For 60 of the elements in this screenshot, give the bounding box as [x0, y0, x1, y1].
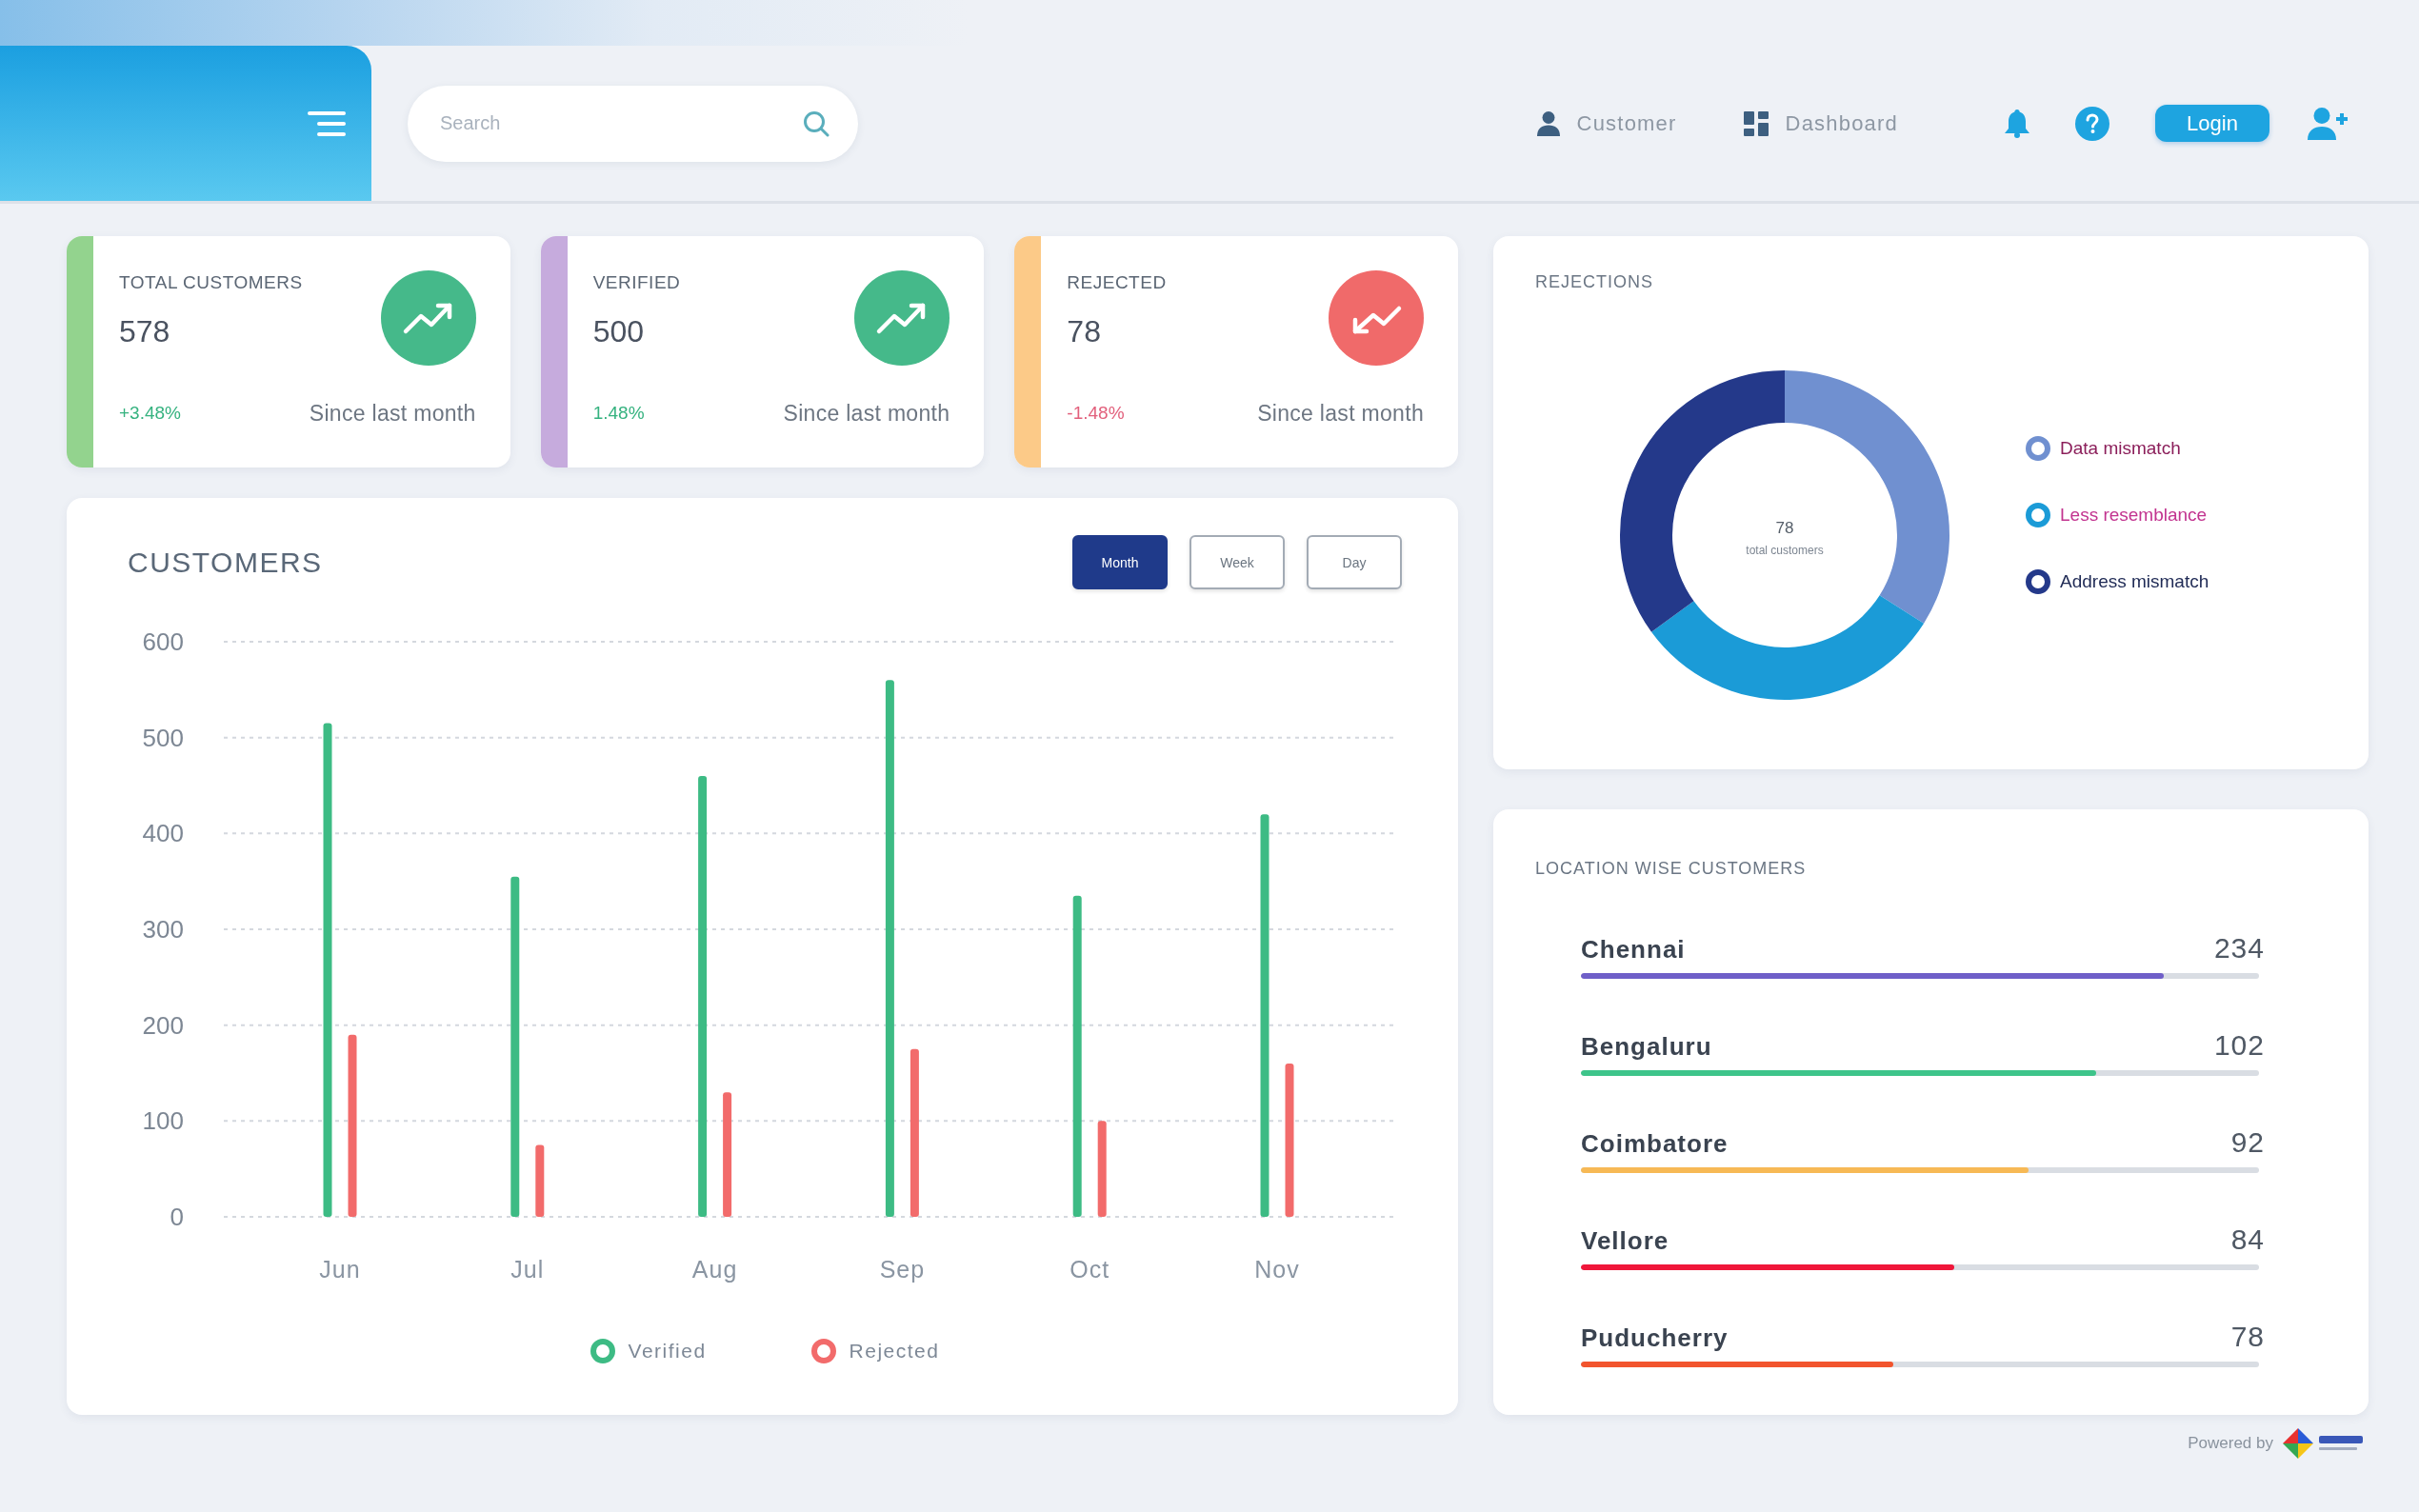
period-button[interactable]: Week — [1190, 535, 1285, 589]
stat-change: -1.48% — [1067, 402, 1125, 425]
card-title: LOCATION WISE CUSTOMERS — [1535, 859, 1808, 878]
axis-label: 600 — [142, 627, 184, 656]
location-name: Chennai — [1581, 934, 1686, 965]
axis-label: 0 — [170, 1203, 184, 1231]
menu-icon[interactable] — [308, 109, 346, 137]
axis-label: Jun — [319, 1256, 361, 1283]
center-value: 78 — [1775, 519, 1794, 537]
nav-link[interactable]: Customer — [1536, 110, 1677, 136]
axis-label: Jul — [510, 1256, 545, 1283]
search-field[interactable]: Search — [408, 85, 858, 162]
axis-label: Sep — [879, 1256, 926, 1283]
stat-title: REJECTED — [1067, 272, 1167, 293]
location-count: 102 — [2213, 1029, 2265, 1062]
location-name: Puducherry — [1581, 1323, 1729, 1354]
grid-icon — [1743, 110, 1769, 136]
person-icon — [1536, 110, 1560, 136]
location-count: 234 — [2213, 932, 2265, 965]
axis-label: 400 — [142, 819, 184, 848]
period-button[interactable]: Day — [1307, 535, 1402, 589]
period-button[interactable]: Month — [1072, 535, 1168, 589]
location-count: 78 — [2230, 1321, 2265, 1353]
axis-label: Nov — [1254, 1256, 1300, 1283]
axis-label: 200 — [142, 1010, 184, 1040]
legend-label: Verified — [628, 1339, 707, 1363]
stat-change: +3.48% — [119, 402, 181, 425]
chart-title: CUSTOMERS — [128, 546, 323, 579]
stat-change: 1.48% — [592, 402, 645, 425]
search-icon[interactable] — [803, 109, 830, 137]
add-user-icon[interactable] — [2308, 107, 2348, 140]
axis-label: Oct — [1070, 1256, 1110, 1283]
location-name: Coimbatore — [1581, 1128, 1729, 1160]
stat-title: TOTAL CUSTOMERS — [119, 272, 303, 293]
stat-note: Since last month — [309, 400, 476, 427]
axis-label: Aug — [691, 1256, 738, 1283]
stat-title: VERIFIED — [592, 272, 681, 293]
center-label: total customers — [1746, 544, 1824, 557]
stat-value: 78 — [1067, 314, 1102, 348]
powered-by-text: Powered by — [2188, 1434, 2273, 1453]
stat-note: Since last month — [1257, 400, 1424, 427]
axis-label: 500 — [142, 723, 184, 752]
location-count: 84 — [2230, 1224, 2265, 1256]
legend-label: Less resemblance — [2060, 504, 2208, 527]
card-title: REJECTIONS — [1535, 272, 1654, 291]
legend-label: Data mismatch — [2060, 437, 2181, 460]
help-icon[interactable] — [2075, 106, 2109, 141]
stat-value: 578 — [119, 314, 171, 348]
legend-label: Rejected — [849, 1339, 940, 1363]
location-count: 92 — [2230, 1126, 2265, 1159]
legend-label: Address mismatch — [2060, 570, 2209, 593]
login-button[interactable]: Login — [2155, 105, 2269, 142]
axis-label: 300 — [142, 915, 184, 944]
bell-icon[interactable] — [2005, 109, 2029, 138]
stat-note: Since last month — [783, 400, 950, 427]
stat-value: 500 — [592, 314, 646, 348]
axis-label: 100 — [142, 1106, 184, 1136]
location-name: Bengaluru — [1581, 1031, 1712, 1063]
location-name: Vellore — [1581, 1225, 1669, 1257]
nav-link[interactable]: Dashboard — [1743, 110, 1898, 136]
